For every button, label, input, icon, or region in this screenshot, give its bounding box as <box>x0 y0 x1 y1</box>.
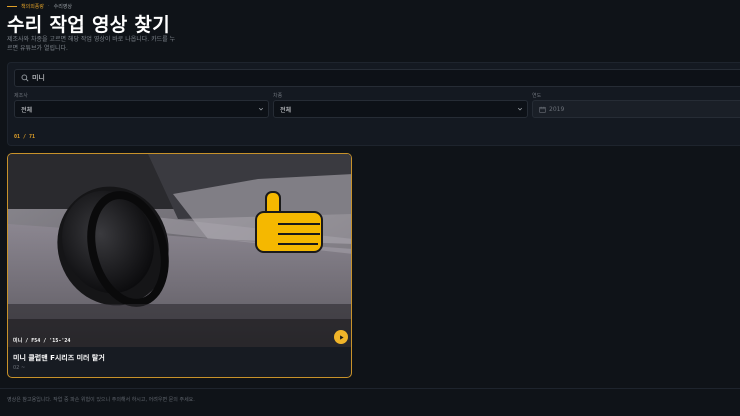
model-select[interactable]: 전체 <box>273 100 528 118</box>
video-meta: 미니 / F54 / '15-'24 <box>13 338 71 344</box>
model-select-value: 전체 <box>280 106 292 114</box>
play-button[interactable] <box>334 330 348 344</box>
year-select[interactable]: 2019 <box>532 100 740 118</box>
page-title: 수리 작업 영상 찾기 <box>7 14 170 36</box>
breadcrumb-item-home[interactable]: 책의외풍랑 <box>21 3 44 10</box>
search-input[interactable] <box>32 74 232 82</box>
video-card[interactable]: 미니 / F54 / '15-'24 미니 클럽맨 F시리즈 미러 탈거 02 … <box>7 153 352 378</box>
breadcrumb-separator: · <box>48 3 50 9</box>
chevron-down-icon <box>517 107 523 111</box>
video-thumbnail <box>8 154 351 347</box>
filter-label-year: 연도 <box>532 93 542 99</box>
filter-panel: 제조사 차종 연도 전체 전체 2019 01 / 71 <box>7 62 740 146</box>
play-icon <box>339 334 344 340</box>
result-count: 01 / 71 <box>14 134 36 140</box>
breadcrumb-accent-bar <box>7 5 17 7</box>
breadcrumb-item-current: 수리영상 <box>53 3 73 10</box>
footer-note: 영상은 참고용입니다. 작업 중 파손 위험이 있으니 주의해서 하시고, 어려… <box>7 397 195 403</box>
filter-label-maker: 제조사 <box>14 93 28 99</box>
search-box[interactable] <box>14 69 740 87</box>
footer-divider <box>0 388 740 389</box>
video-subtitle: 02 ~ <box>13 365 26 371</box>
maker-select[interactable]: 전체 <box>14 100 269 118</box>
chevron-down-icon <box>258 107 264 111</box>
filter-label-model: 차종 <box>273 93 283 99</box>
maker-select-value: 전체 <box>21 106 33 114</box>
video-title: 미니 클럽맨 F시리즈 미러 탈거 <box>13 354 105 362</box>
breadcrumb: 책의외풍랑 · 수리영상 <box>7 2 72 10</box>
page-subtitle: 제조사와 차종을 고르면 해당 작업 영상이 바로 나옵니다. 카드를 누르면 … <box>7 36 176 52</box>
calendar-icon <box>539 106 546 113</box>
search-icon <box>21 74 29 82</box>
year-select-value: 2019 <box>549 105 565 113</box>
